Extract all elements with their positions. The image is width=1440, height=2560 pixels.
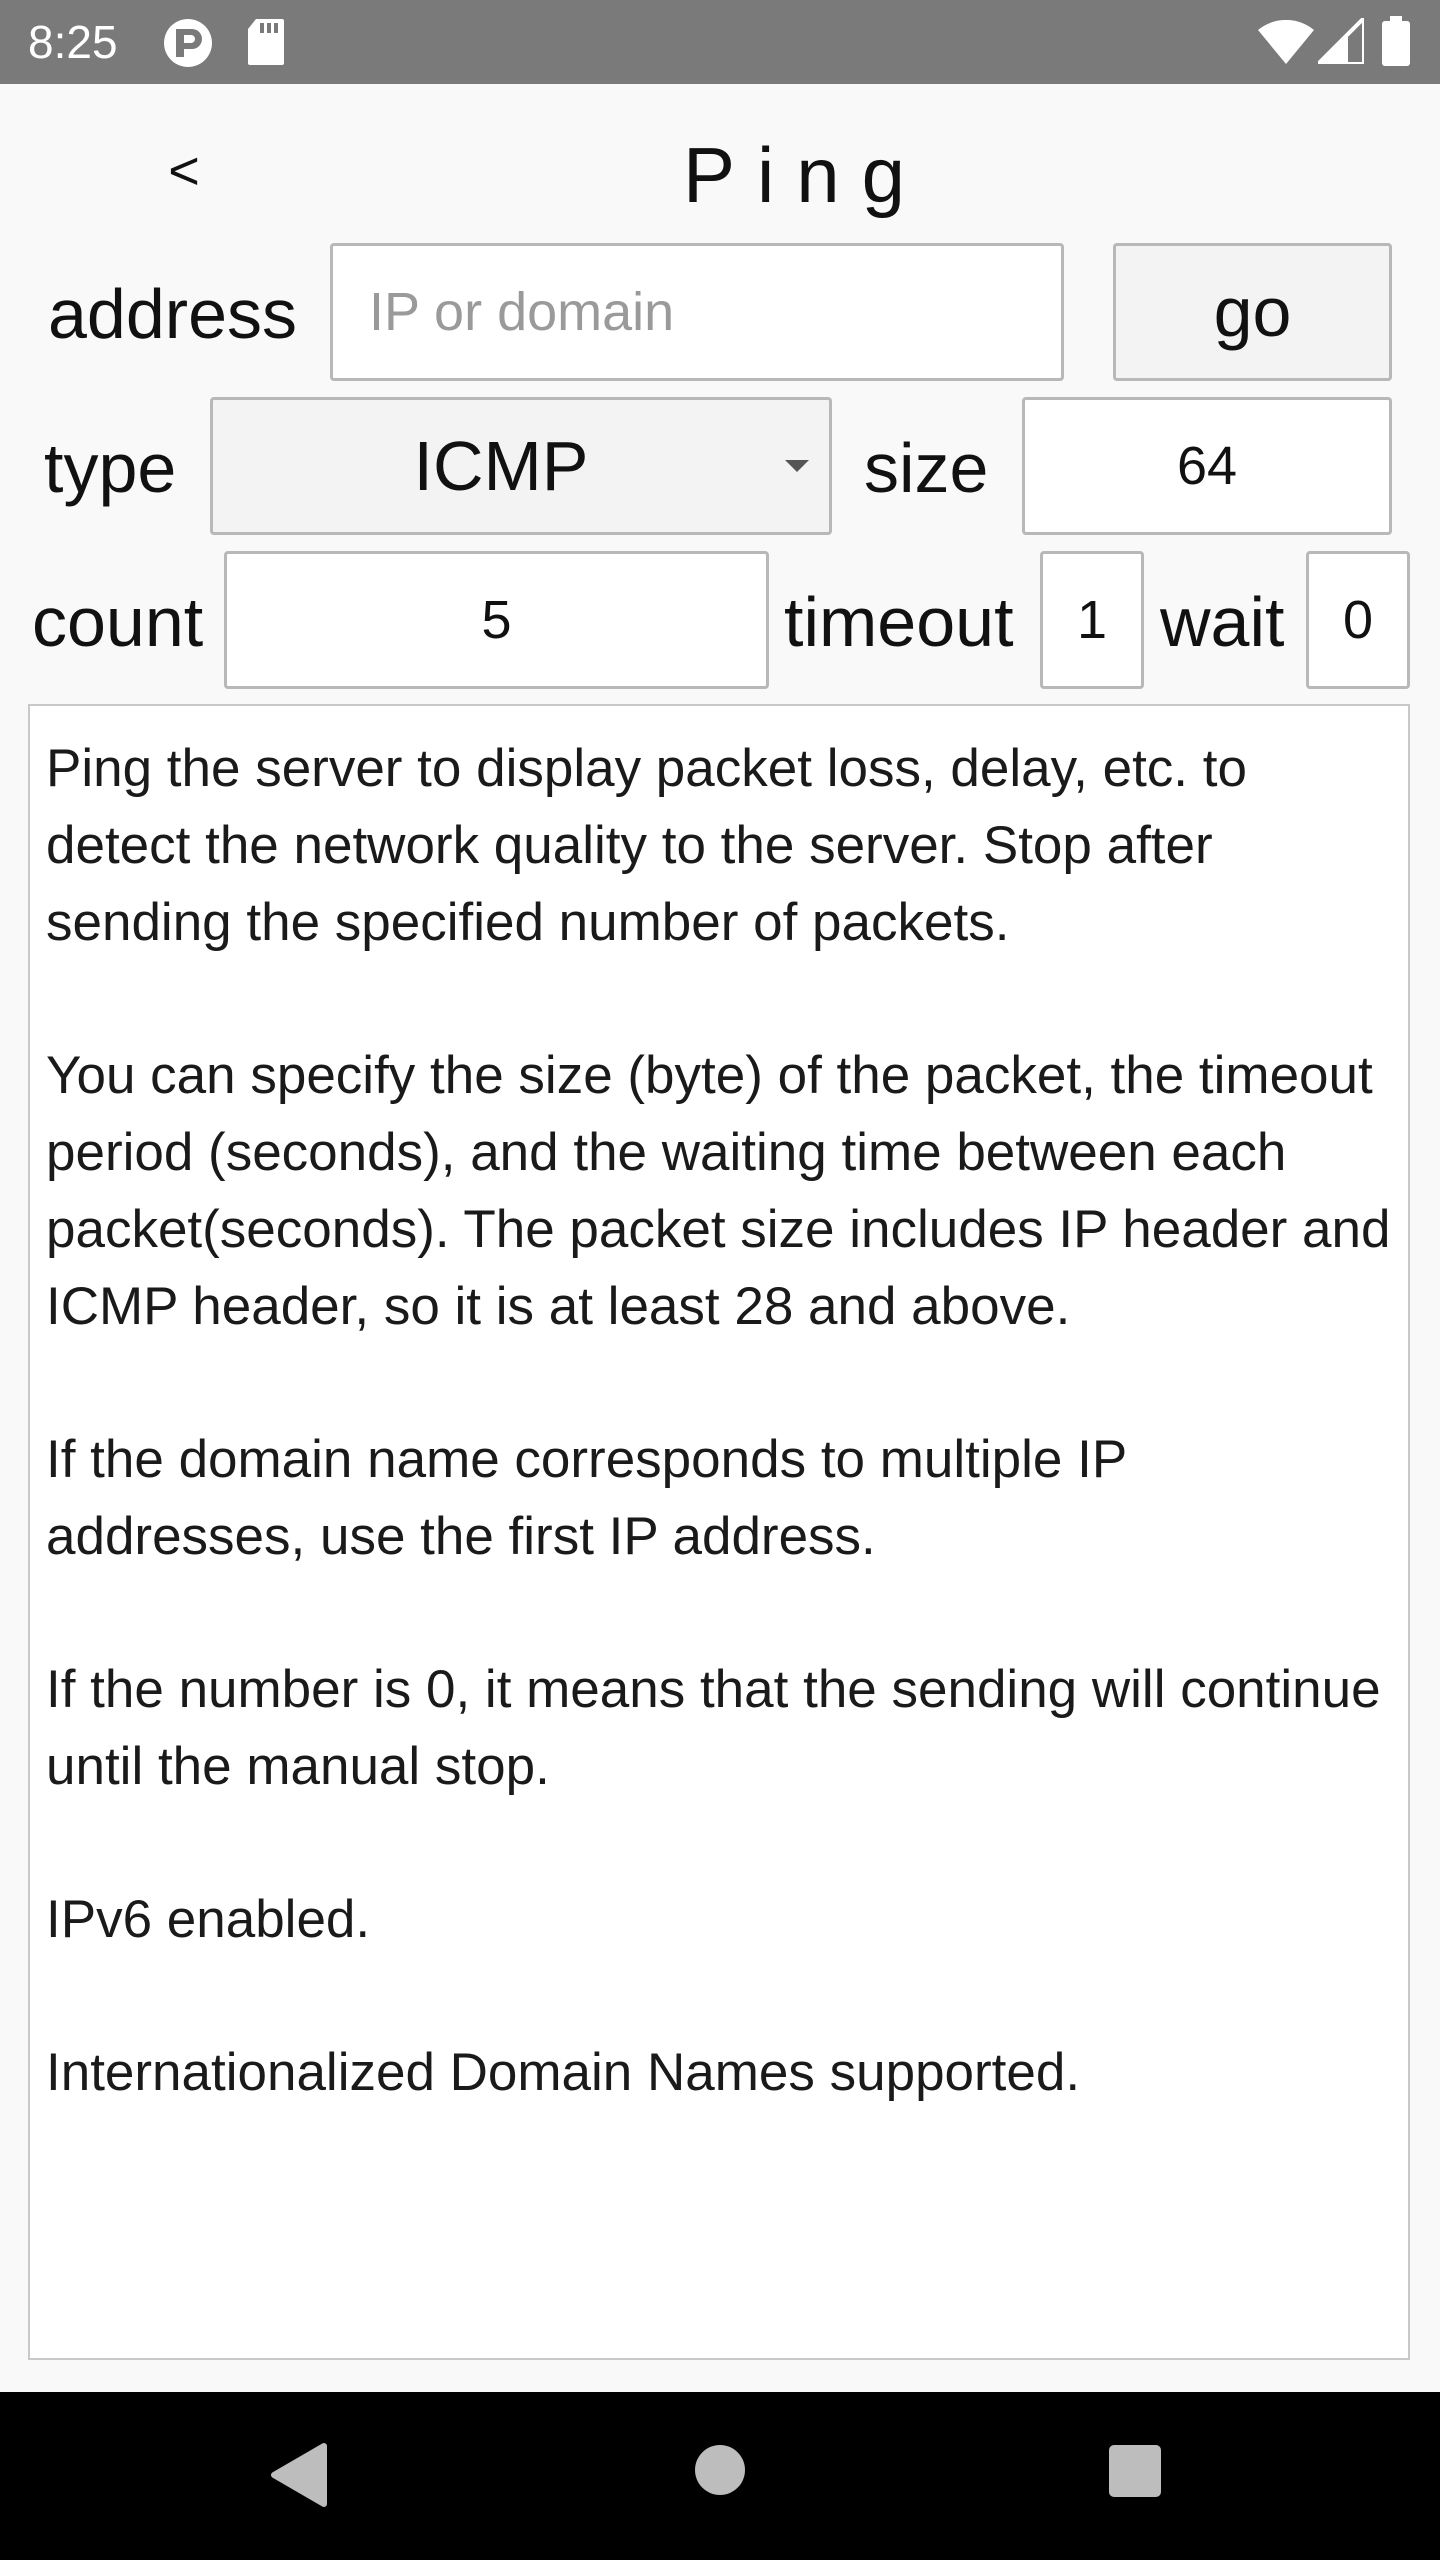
description-paragraph: Ping the server to display packet loss, …	[46, 739, 1247, 952]
cellular-signal-icon	[1313, 13, 1366, 69]
count-label: count	[32, 583, 204, 661]
description-paragraph: IPv6 enabled.	[46, 1890, 371, 1949]
timeout-label: timeout	[784, 583, 1014, 661]
status-bar: 8:25	[0, 0, 1440, 84]
page-title: Ping	[682, 131, 928, 219]
recents-square-icon[interactable]	[1108, 2444, 1162, 2503]
chevron-down-icon	[785, 460, 809, 472]
description-paragraph: If the number is 0, it means that the se…	[46, 1660, 1381, 1796]
back-triangle-icon[interactable]	[268, 2442, 328, 2513]
sd-card-icon	[246, 17, 286, 72]
app-notification-icon	[162, 17, 214, 74]
go-button[interactable]: go	[1113, 243, 1392, 381]
wait-label: wait	[1160, 583, 1285, 661]
wifi-icon	[1258, 19, 1314, 69]
address-input[interactable]: IP or domain	[330, 243, 1064, 381]
type-label: type	[44, 429, 177, 507]
timeout-input[interactable]: 1	[1040, 551, 1144, 689]
address-label: address	[48, 275, 298, 353]
size-label: size	[864, 429, 989, 507]
size-input[interactable]: 64	[1022, 397, 1392, 535]
system-nav-bar	[0, 2392, 1440, 2560]
type-select[interactable]: ICMP	[210, 397, 832, 535]
battery-icon	[1382, 16, 1410, 71]
address-placeholder: IP or domain	[369, 282, 675, 342]
description-paragraph: If the domain name corresponds to multip…	[46, 1430, 1127, 1566]
count-input[interactable]: 5	[224, 551, 769, 689]
description-paragraph: You can specify the size (byte) of the p…	[46, 1046, 1391, 1336]
status-time: 8:25	[28, 16, 118, 68]
wait-input[interactable]: 0	[1306, 551, 1410, 689]
description-output-area[interactable]: Ping the server to display packet loss, …	[28, 704, 1410, 2360]
home-circle-icon[interactable]	[694, 2444, 746, 2501]
type-select-value: ICMP	[413, 427, 589, 505]
description-paragraph: Internationalized Domain Names supported…	[46, 2043, 1081, 2102]
